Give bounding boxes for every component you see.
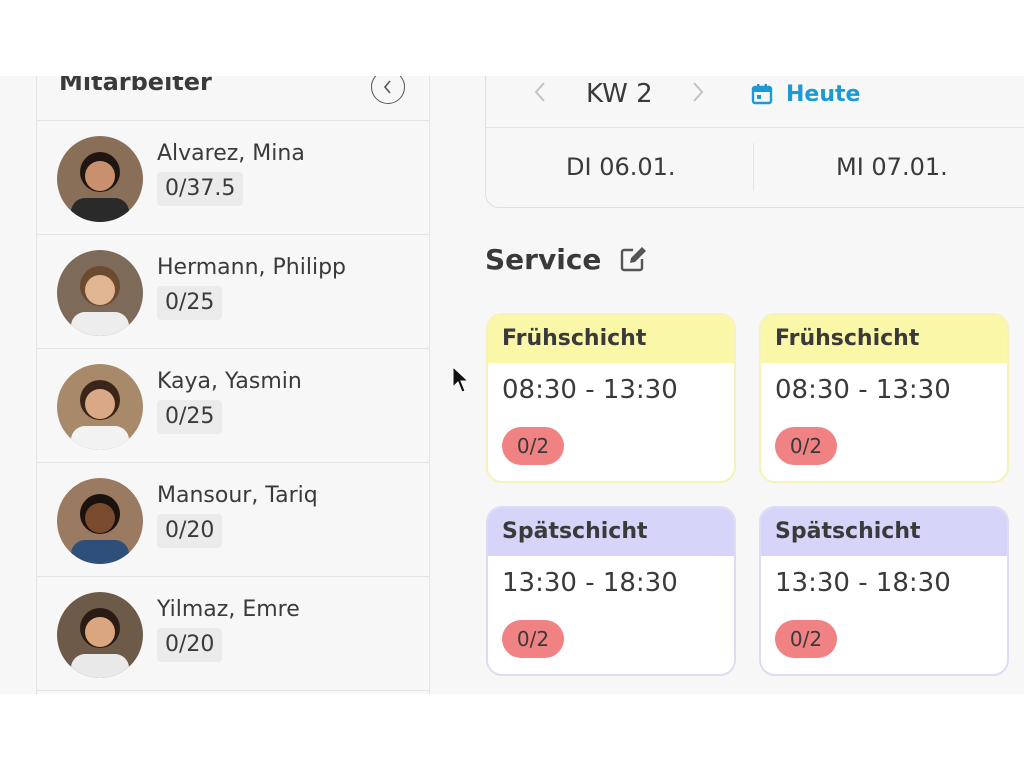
shift-card-early-tuesday[interactable]: Frühschicht 08:30 - 13:30 0/2 — [486, 313, 736, 483]
mouse-cursor-icon — [452, 366, 470, 393]
employee-name: Alvarez, Mina — [157, 141, 305, 166]
chevron-right-icon — [693, 82, 704, 102]
employee-row[interactable]: Hermann, Philipp 0/25 — [37, 235, 429, 349]
staffing-badge: 0/2 — [502, 427, 564, 465]
shift-card-late-tuesday[interactable]: Spätschicht 13:30 - 18:30 0/2 — [486, 506, 736, 676]
employee-name: Hermann, Philipp — [157, 255, 346, 280]
shift-name: Frühschicht — [488, 315, 734, 363]
staffing-badge: 0/2 — [775, 620, 837, 658]
today-label: Heute — [786, 81, 861, 107]
week-label: KW 2 — [586, 79, 653, 109]
calendar-icon — [751, 84, 773, 105]
avatar — [57, 478, 143, 564]
sidebar-header: Mitarbeiter — [37, 76, 429, 121]
staffing-badge: 0/2 — [502, 620, 564, 658]
edit-section-button[interactable] — [616, 242, 650, 276]
week-navigation: KW 2 Heute DI 06.01. MI 07.01. — [485, 76, 1024, 208]
employee-hours-badge: 0/20 — [157, 628, 223, 662]
divider — [486, 127, 1024, 128]
employee-row[interactable]: Kaya, Yasmin 0/25 — [37, 349, 429, 463]
shift-time: 13:30 - 18:30 — [502, 568, 678, 598]
employee-sidebar: Mitarbeiter Alvarez, Mina 0/37.5 Hermann… — [36, 76, 430, 694]
avatar — [57, 592, 143, 678]
shift-time: 08:30 - 13:30 — [775, 375, 951, 405]
avatar — [57, 136, 143, 222]
chevron-left-icon — [534, 82, 545, 102]
today-button[interactable]: Heute — [750, 77, 860, 111]
employee-name: Kaya, Yasmin — [157, 369, 302, 394]
shift-time: 08:30 - 13:30 — [502, 375, 678, 405]
sidebar-title: Mitarbeiter — [59, 76, 212, 96]
section-title: Service — [485, 243, 602, 276]
employee-name: Yilmaz, Emre — [157, 597, 300, 622]
shift-card-early-wednesday[interactable]: Frühschicht 08:30 - 13:30 0/2 — [759, 313, 1009, 483]
employee-hours-badge: 0/20 — [157, 514, 223, 548]
divider — [753, 143, 754, 191]
employee-hours-badge: 0/25 — [157, 286, 223, 320]
app-window: Mitarbeiter Alvarez, Mina 0/37.5 Hermann… — [0, 76, 1024, 694]
day-header-wednesday[interactable]: MI 07.01. — [836, 153, 948, 181]
collapse-sidebar-button[interactable] — [371, 76, 405, 104]
shift-time: 13:30 - 18:30 — [775, 568, 951, 598]
shift-card-late-wednesday[interactable]: Spätschicht 13:30 - 18:30 0/2 — [759, 506, 1009, 676]
previous-week-button[interactable] — [530, 77, 550, 107]
employee-row[interactable]: Alvarez, Mina 0/37.5 — [37, 121, 429, 235]
employee-name: Mansour, Tariq — [157, 483, 318, 508]
employee-row[interactable]: Mansour, Tariq 0/20 — [37, 463, 429, 577]
edit-icon — [620, 247, 646, 272]
employee-hours-badge: 0/25 — [157, 400, 223, 434]
avatar — [57, 364, 143, 450]
chevron-left-icon — [383, 80, 391, 94]
day-header-tuesday[interactable]: DI 06.01. — [566, 153, 676, 181]
shift-name: Frühschicht — [761, 315, 1007, 363]
employee-row[interactable]: Yilmaz, Emre 0/20 — [37, 577, 429, 691]
next-week-button[interactable] — [688, 77, 708, 107]
avatar — [57, 250, 143, 336]
employee-hours-badge: 0/37.5 — [157, 172, 244, 206]
shift-name: Spätschicht — [761, 508, 1007, 556]
staffing-badge: 0/2 — [775, 427, 837, 465]
shift-name: Spätschicht — [488, 508, 734, 556]
